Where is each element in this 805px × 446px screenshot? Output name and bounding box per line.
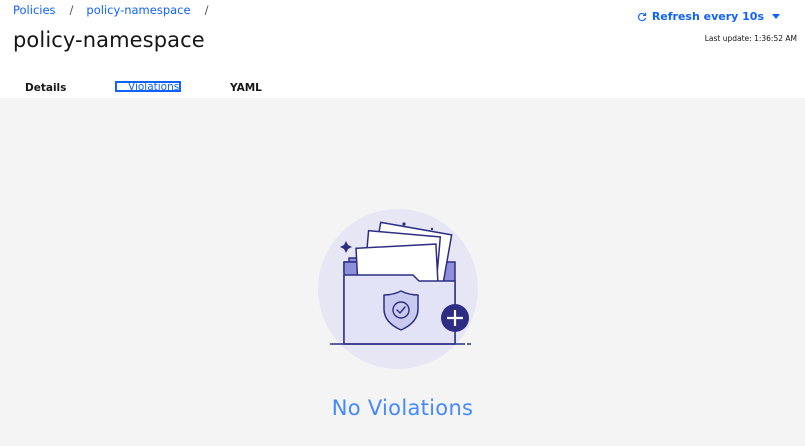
page-header: Policies / policy-namespace / policy-nam… [0, 0, 805, 103]
breadcrumb-separator: / [69, 3, 74, 17]
breadcrumb-link-policies[interactable]: Policies [13, 3, 56, 17]
breadcrumb: Policies / policy-namespace / [13, 3, 221, 17]
refresh-icon [637, 12, 646, 21]
page-title: policy-namespace [13, 28, 205, 52]
breadcrumb-separator: / [204, 3, 209, 17]
violations-panel: No Violations [0, 98, 805, 446]
last-update-time: 1:36:52 AM [754, 34, 797, 43]
tab-violations-label: Violations [128, 81, 180, 93]
tab-yaml-label: YAML [230, 82, 262, 94]
empty-state-message: No Violations [331, 396, 474, 420]
folder-shield-icon [318, 209, 478, 369]
refresh-interval-dropdown[interactable]: Refresh every 10s [637, 10, 780, 23]
breadcrumb-link-policy-namespace[interactable]: policy-namespace [86, 3, 190, 17]
refresh-interval-label: Refresh every 10s [651, 10, 764, 23]
last-update-label: Last update: [704, 34, 752, 43]
last-update: Last update: 1:36:52 AM [705, 34, 797, 43]
caret-down-icon [772, 14, 780, 19]
tab-details-label: Details [25, 82, 67, 94]
